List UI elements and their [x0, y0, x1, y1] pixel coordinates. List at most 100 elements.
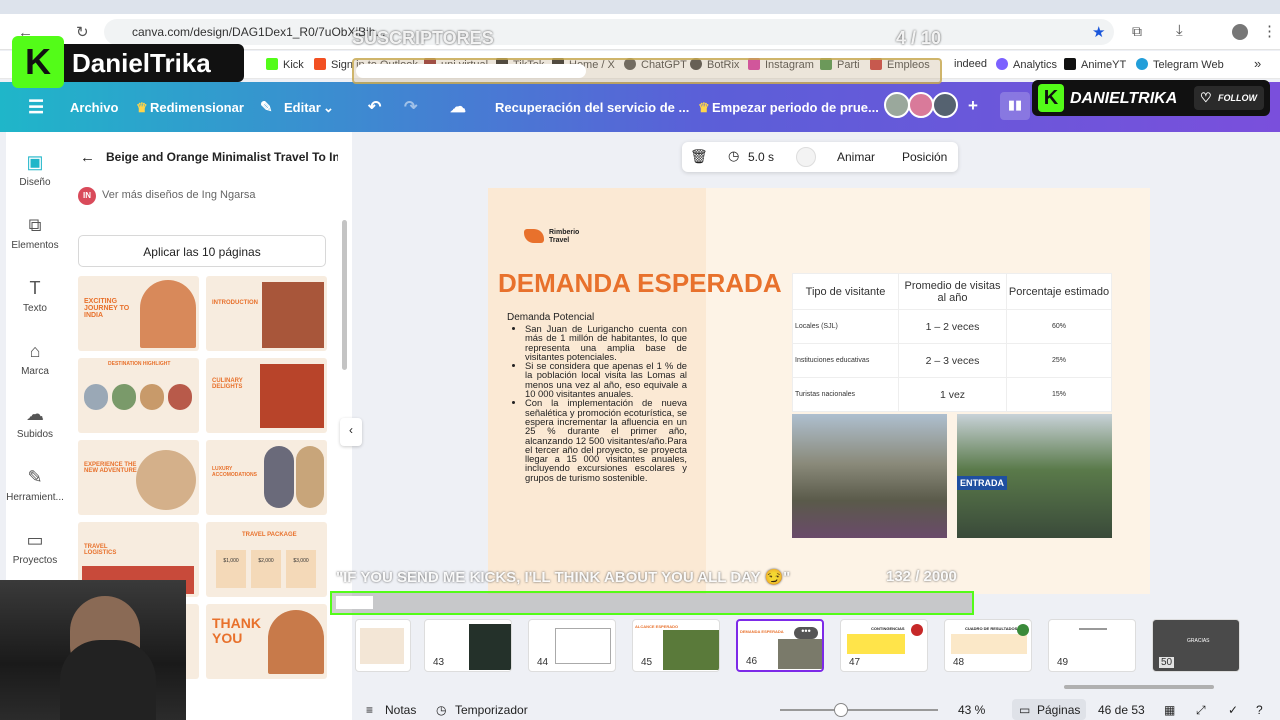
panel-scrollbar[interactable] [342, 220, 347, 370]
table-cell: 15% [1006, 377, 1112, 412]
page-thumb[interactable]: CUADRO DE RESULTADOS 48 [944, 619, 1032, 672]
page-number: 48 [951, 657, 967, 668]
rail-text[interactable]: T Texto [6, 278, 64, 314]
table-cell: 1 – 2 veces [898, 309, 1007, 344]
position-button[interactable]: Posición [902, 150, 947, 164]
table-cell: Instituciones educativas [792, 343, 899, 378]
collaborator-avatar[interactable] [932, 92, 958, 118]
cloud-save-icon[interactable]: ☁ [450, 97, 466, 117]
edit-menu[interactable]: Editar [284, 100, 321, 115]
zoom-value[interactable]: 43 % [958, 703, 985, 717]
timer-button[interactable]: Temporizador [455, 703, 528, 717]
reload-icon[interactable]: ↻ [76, 23, 89, 41]
color-swatch[interactable] [796, 147, 816, 167]
resize-button[interactable]: Redimensionar [150, 100, 244, 115]
collaborator-avatar[interactable] [884, 92, 910, 118]
page-thumb[interactable]: 49 [1048, 619, 1136, 672]
page-options-icon[interactable]: ••• [794, 627, 818, 639]
rail-label: Proyectos [12, 555, 58, 566]
author-link[interactable]: Ver más diseños de Ing Ngarsa [102, 189, 255, 201]
page-thumb[interactable]: GRACIAS 50 [1152, 619, 1240, 672]
bookmark-telegram[interactable]: Telegram Web [1136, 58, 1224, 71]
profile-avatar[interactable] [1232, 24, 1248, 40]
url-field[interactable]: canva.com/design/DAG1Dex1_R0/7uObXiBjh..… [104, 19, 1114, 45]
help-icon[interactable]: ? [1256, 703, 1263, 717]
page-thumb[interactable]: 44 [528, 619, 616, 672]
chrome-menu-icon[interactable]: ⋮ [1262, 22, 1277, 40]
apply-all-pages-button[interactable]: Aplicar las 10 páginas [78, 235, 326, 267]
fullscreen-icon[interactable]: ⤢ [1196, 703, 1206, 718]
page-number: 50 [1159, 657, 1175, 668]
collaborator-avatar[interactable] [908, 92, 934, 118]
page-thumb[interactable]: ALCANCE ESPERADO 45 [632, 619, 720, 672]
page-number: 44 [535, 657, 551, 668]
template-thumb[interactable]: LUXURY ACCOMODATIONS [206, 440, 327, 515]
template-thumb[interactable]: DESTINATION HIGHLIGHT [78, 358, 199, 433]
bookmarks-more[interactable]: » [1254, 56, 1261, 71]
template-thumb[interactable]: INTRODUCTION [206, 276, 327, 351]
zoom-slider-handle[interactable] [834, 703, 848, 717]
trash-icon[interactable]: 🗑 [690, 148, 708, 165]
bookmark-indeed[interactable]: indeed [954, 58, 987, 70]
bookmark-label: Kick [283, 59, 304, 71]
bookmark-label: indeed [954, 58, 988, 70]
rail-label: Texto [23, 303, 47, 314]
rail-label: Marca [21, 366, 49, 377]
template-thumb[interactable]: CULINARY DELIGHTS [206, 358, 327, 433]
brand-name-right: DANIELTRIKA [1070, 90, 1178, 107]
page-thumb[interactable] [355, 619, 411, 672]
undo-icon[interactable]: ↶ [368, 97, 381, 117]
tab-strip [0, 0, 1280, 14]
extensions-icon[interactable]: ⧉ [1132, 23, 1142, 40]
back-arrow-icon[interactable]: ← [80, 149, 95, 166]
page-thumb-current[interactable]: DEMANDA ESPERADA ••• 46 [736, 619, 824, 672]
strip-scrollbar[interactable] [1064, 685, 1214, 689]
design-title[interactable]: Recuperación del servicio de ... [495, 100, 689, 115]
file-menu[interactable]: Archivo [70, 100, 118, 115]
duration-value[interactable]: 5.0 s [748, 150, 774, 164]
rail-design[interactable]: ▣ Diseño [6, 152, 64, 188]
rail-uploads[interactable]: ☁ Subidos [6, 404, 64, 440]
table-row: Turistas nacionales 1 vez 15% [792, 377, 1112, 412]
rail-tools[interactable]: ✎ Herramient... [6, 467, 64, 503]
bookmark-kick[interactable]: Kick [266, 58, 304, 71]
notes-button[interactable]: Notas [385, 703, 416, 717]
animate-button[interactable]: Animar [837, 150, 875, 164]
uploads-icon: ☁ [26, 404, 44, 424]
bookmark-analytics[interactable]: Analytics [996, 58, 1057, 71]
page-thumb-title: GRACIAS [1187, 638, 1210, 644]
page-thumb[interactable]: CONTINGENCIAS 47 [840, 619, 928, 672]
notes-icon: ≡ [366, 703, 374, 717]
download-icon[interactable]: ⤓ [1176, 22, 1183, 39]
rail-brand[interactable]: ⌂ Marca [6, 341, 64, 377]
check-icon[interactable]: ✓ [1228, 703, 1238, 717]
bookmark-label: Telegram Web [1153, 59, 1224, 71]
template-thumb[interactable]: TRAVEL PACKAGE $1,000 $2,000 $3,000 [206, 522, 327, 597]
hamburger-icon[interactable]: ☰ [28, 97, 44, 118]
table-cell: Locales (SJL) [792, 309, 899, 344]
add-collaborator-icon[interactable]: + [968, 96, 978, 116]
zoom-slider-track [780, 709, 938, 711]
template-thumb[interactable]: EXCITING JOURNEY TO INDIA [78, 276, 199, 351]
bookmark-animeyt[interactable]: AnimeYT [1064, 58, 1126, 71]
insights-icon[interactable]: ▮▮ [1000, 92, 1030, 120]
clock-icon: ◷ [728, 148, 740, 163]
rail-projects[interactable]: ▭ Proyectos [6, 530, 64, 566]
page-thumb-title: DEMANDA ESPERADA [740, 629, 784, 634]
collapse-panel-icon[interactable]: ‹ [340, 418, 362, 446]
start-trial-button[interactable]: Empezar periodo de prue... [712, 100, 879, 115]
brand-name: DanielTrika [72, 48, 211, 78]
grid-view-icon[interactable]: ▦ [1164, 703, 1175, 717]
template-thumb[interactable]: EXPERIENCE THE NEW ADVENTURE [78, 440, 199, 515]
rail-label: Elementos [11, 240, 59, 251]
visitor-table: Tipo de visitante Promedio de visitas al… [792, 273, 1112, 412]
bookmark-star-icon[interactable]: ★ [1092, 23, 1105, 41]
page-number: 45 [639, 657, 655, 668]
page-thumb[interactable]: 43 [424, 619, 512, 672]
follow-label: FOLLOW [1218, 93, 1257, 103]
template-thumb[interactable]: THANK YOU [206, 604, 327, 679]
redo-icon[interactable]: ↷ [404, 97, 417, 117]
rail-elements[interactable]: ⧉ Elementos [6, 215, 64, 251]
thumb-title: LUXURY ACCOMODATIONS [212, 466, 257, 478]
package-price: $1,000 [216, 550, 246, 588]
